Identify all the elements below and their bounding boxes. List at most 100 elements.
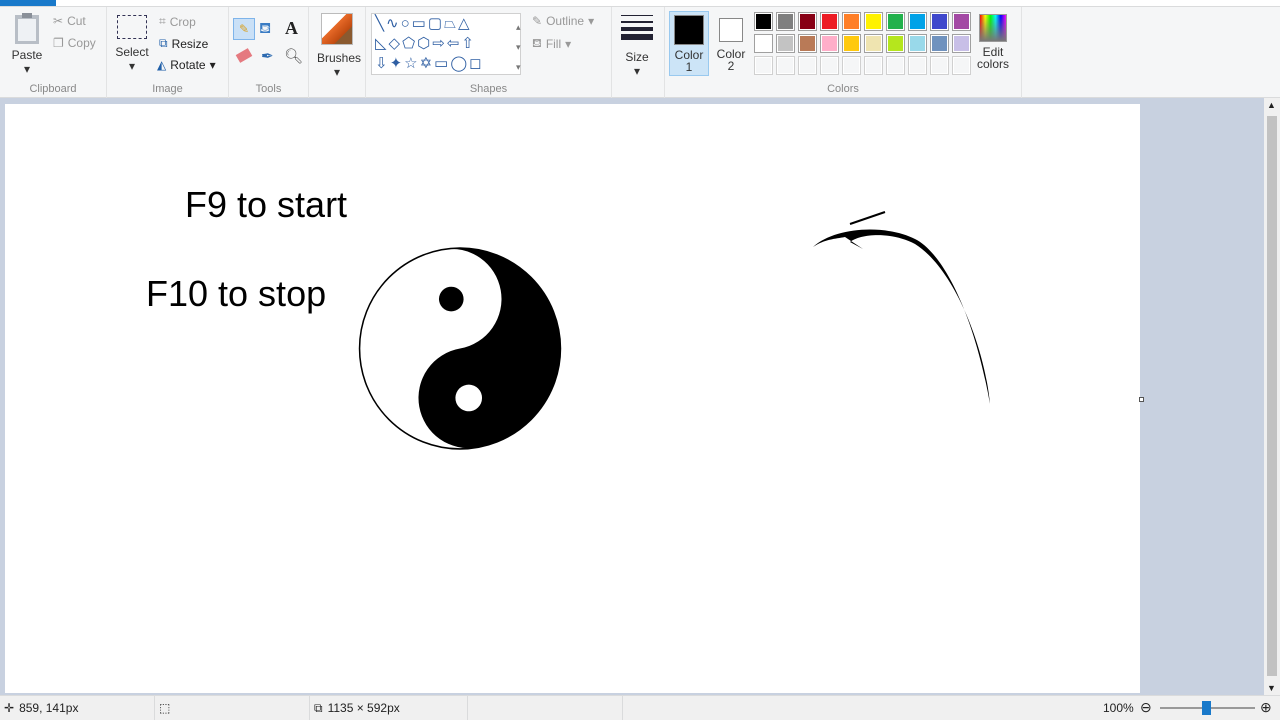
selection-icon: ⬚	[159, 701, 171, 715]
colors-group: Color 1 Color 2 Edit colors Colors	[665, 7, 1022, 98]
file-tab[interactable]	[0, 0, 56, 6]
status-bar: ✛ 859, 141px ⬚ ⧉ 1135 × 592px 100% ⊖ ⊕	[0, 695, 1280, 720]
color-swatch[interactable]	[930, 12, 949, 31]
select-icon	[117, 15, 147, 39]
custom-color-slot[interactable]	[798, 56, 817, 75]
color-swatch[interactable]	[798, 34, 817, 53]
crop-button[interactable]: ⌗ Crop	[159, 14, 196, 29]
edit-colors-button[interactable]: Edit colors	[975, 14, 1011, 70]
shapes-gallery[interactable]: ╲∿○▭▢⏢△ ◺◇⬠⬡⇨⇦⇧ ⇩✦☆✡▭◯◻	[371, 13, 521, 75]
zoom-out-button[interactable]: ⊖	[1140, 699, 1152, 716]
copy-icon: ❐	[53, 36, 64, 50]
paste-button[interactable]: Paste ▾	[8, 11, 46, 76]
custom-color-slot[interactable]	[820, 56, 839, 75]
resize-button[interactable]: ⧉ Resize	[159, 36, 208, 51]
color-swatch[interactable]	[952, 12, 971, 31]
color-swatch[interactable]	[820, 12, 839, 31]
status-empty	[468, 696, 623, 720]
color-swatch[interactable]	[842, 12, 861, 31]
pencil-tool[interactable]: ✎	[233, 18, 255, 40]
canvas-text-start: F9 to start	[185, 184, 348, 225]
outline-icon: ✎	[532, 14, 543, 28]
custom-color-slot[interactable]	[864, 56, 883, 75]
clipboard-icon	[15, 13, 39, 44]
magnifier-tool[interactable]: 🔍︎	[284, 47, 303, 65]
zoom-slider[interactable]	[1160, 701, 1255, 715]
color-swatch[interactable]	[864, 34, 883, 53]
fill-tool[interactable]: ⛾	[259, 20, 271, 39]
scroll-down-icon[interactable]: ▼	[1267, 683, 1276, 693]
color-swatch[interactable]	[776, 34, 795, 53]
color-swatch[interactable]	[754, 34, 773, 53]
brush-icon	[321, 13, 353, 45]
color-swatch[interactable]	[952, 34, 971, 53]
image-group: Select ▾ ⌗ Crop ⧉ Resize ◭ Rotate ▾ Image	[107, 7, 229, 98]
cursor-position: ✛ 859, 141px	[0, 696, 155, 720]
copy-button[interactable]: ❐ Copy	[53, 36, 96, 50]
canvas-size-icon: ⧉	[314, 700, 323, 715]
custom-color-slot[interactable]	[754, 56, 773, 75]
custom-color-slot[interactable]	[952, 56, 971, 75]
resize-icon: ⧉	[159, 36, 168, 50]
scissors-icon: ✂	[53, 14, 64, 28]
eraser-tool[interactable]	[235, 48, 253, 63]
shapes-scroll[interactable]: ▴ ▾ ▾	[516, 17, 521, 77]
zoom-level: 100%	[1103, 701, 1134, 715]
vertical-scrollbar[interactable]: ▲ ▼	[1264, 98, 1280, 695]
scroll-thumb[interactable]	[1267, 116, 1277, 676]
title-strip	[0, 0, 1280, 7]
color-swatch[interactable]	[886, 12, 905, 31]
shapes-group: ╲∿○▭▢⏢△ ◺◇⬠⬡⇨⇦⇧ ⇩✦☆✡▭◯◻ ▴ ▾ ▾ ✎ Outline ▾ ⛾ Fil…	[366, 7, 612, 98]
tools-group: ✎ ⛾ A ✒ 🔍︎ Tools	[229, 7, 309, 98]
crop-icon: ⌗	[159, 14, 166, 28]
arrow-stroke-drawing	[813, 211, 990, 404]
color-swatch[interactable]	[864, 12, 883, 31]
canvas-area: F9 to start F10 to stop	[0, 98, 1264, 695]
color-swatch[interactable]	[776, 12, 795, 31]
canvas-size: ⧉ 1135 × 592px	[310, 696, 468, 720]
yin-yang-drawing	[358, 247, 562, 450]
color2-button[interactable]: Color 2	[712, 14, 750, 72]
color-swatch[interactable]	[754, 12, 773, 31]
text-tool[interactable]: A	[285, 18, 298, 39]
custom-color-slot[interactable]	[930, 56, 949, 75]
cut-button[interactable]: ✂ Cut	[53, 14, 86, 28]
zoom-slider-thumb[interactable]	[1202, 701, 1211, 715]
color-picker-tool[interactable]: ✒	[261, 47, 274, 65]
drawing-canvas[interactable]: F9 to start F10 to stop	[5, 104, 1144, 693]
size-group: Size ▾	[612, 7, 665, 98]
crosshair-icon: ✛	[4, 701, 15, 715]
color-swatch[interactable]	[886, 34, 905, 53]
color1-swatch	[674, 15, 704, 45]
select-button[interactable]: Select ▾	[115, 15, 149, 73]
fill-icon: ⛾	[532, 36, 542, 50]
color-swatch[interactable]	[798, 12, 817, 31]
fill-button[interactable]: ⛾ Fill ▾	[532, 36, 571, 52]
rotate-icon: ◭	[157, 58, 167, 72]
outline-button[interactable]: ✎ Outline ▾	[532, 14, 594, 28]
clipboard-group: Paste ▾ ✂ Cut ❐ Copy Clipboard	[0, 7, 107, 98]
ribbon: Paste ▾ ✂ Cut ❐ Copy Clipboard Select ▾ ⌗ Cro…	[0, 7, 1280, 98]
color-swatch[interactable]	[908, 12, 927, 31]
canvas-text-stop: F10 to stop	[146, 273, 327, 314]
scroll-up-icon[interactable]: ▲	[1267, 100, 1276, 110]
color2-swatch	[719, 18, 743, 42]
size-button[interactable]: Size ▾	[620, 15, 654, 78]
line-size-icon	[621, 15, 653, 40]
color-swatch[interactable]	[842, 34, 861, 53]
custom-color-slot[interactable]	[776, 56, 795, 75]
custom-color-slot[interactable]	[886, 56, 905, 75]
selection-size: ⬚	[155, 696, 310, 720]
rainbow-icon	[979, 14, 1007, 42]
color1-button[interactable]: Color 1	[669, 11, 709, 76]
brushes-button[interactable]: Brushes ▾	[317, 13, 361, 79]
resize-handle[interactable]	[1139, 397, 1144, 402]
color-swatch[interactable]	[908, 34, 927, 53]
rotate-button[interactable]: ◭ Rotate ▾	[157, 58, 216, 72]
custom-color-slot[interactable]	[908, 56, 927, 75]
color-swatch[interactable]	[930, 34, 949, 53]
custom-color-slot[interactable]	[842, 56, 861, 75]
zoom-in-button[interactable]: ⊕	[1260, 699, 1272, 716]
color-swatch[interactable]	[820, 34, 839, 53]
brushes-group: Brushes ▾	[309, 7, 366, 98]
